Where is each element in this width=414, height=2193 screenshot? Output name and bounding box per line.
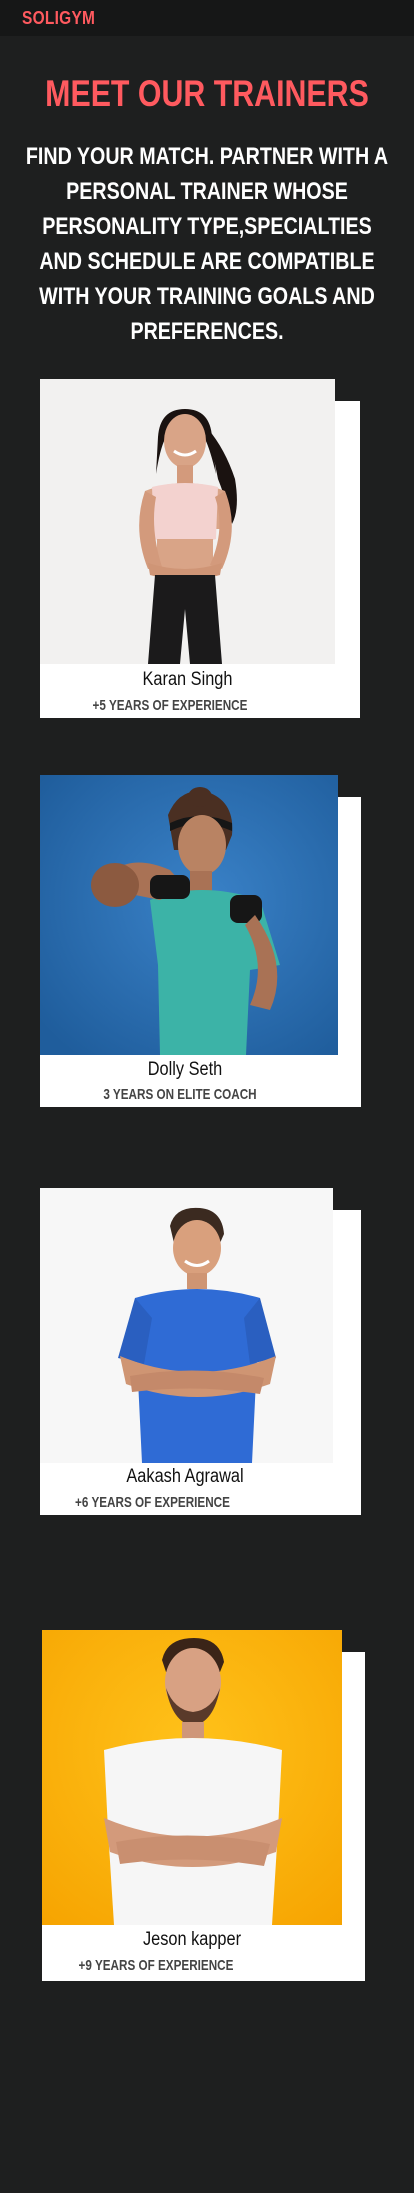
trainer-name: Jeson kapper [142, 1929, 242, 1950]
trainer-photo [40, 379, 335, 664]
trainer-photo [42, 1630, 342, 1925]
top-bar: SOLIGYM [0, 0, 414, 36]
brand-logo[interactable]: SOLIGYM [22, 8, 95, 29]
trainer-photo [40, 775, 338, 1055]
trainer-experience: +9 YEARS OF EXPERIENCE [78, 1957, 234, 1974]
trainer-photo [40, 1188, 333, 1463]
trainer-name: Karan Singh [142, 669, 233, 690]
page-subtitle: FIND YOUR MATCH. PARTNER WITH A PERSONAL… [25, 143, 389, 345]
trainer-name: Dolly Seth [147, 1059, 223, 1080]
trainer-experience: +6 YEARS OF EXPERIENCE [75, 1494, 230, 1511]
trainer-experience: +5 YEARS OF EXPERIENCE [92, 697, 248, 714]
page-title: MEET OUR TRAINERS [45, 73, 369, 114]
trainer-experience: 3 YEARS ON ELITE COACH [103, 1086, 257, 1103]
trainer-name: Aakash Agrawal [126, 1466, 244, 1487]
